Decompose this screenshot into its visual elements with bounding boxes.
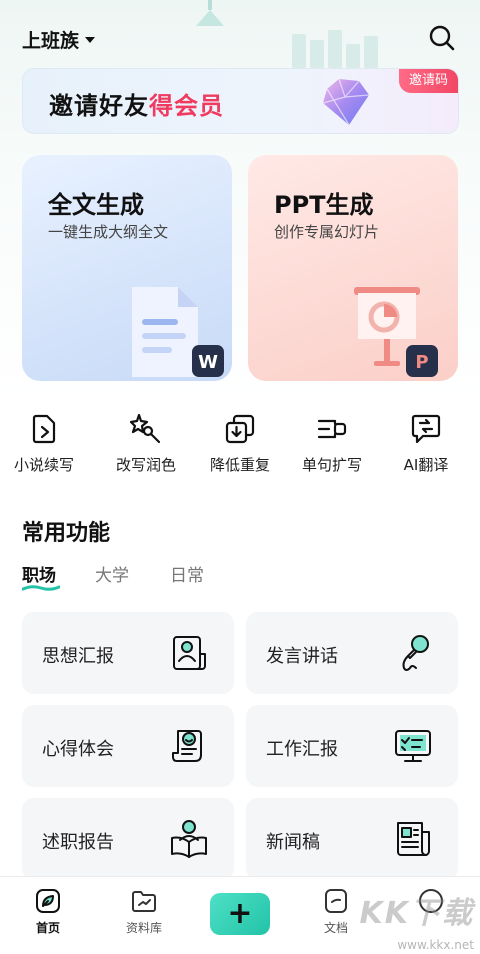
tab-workplace[interactable]: 职场 <box>22 561 56 586</box>
nav-documents[interactable]: 文档 <box>301 887 371 936</box>
feature-ideology-report[interactable]: 思想汇报 <box>22 612 234 694</box>
invite-text-highlight: 得会员 <box>149 92 224 120</box>
card-subtitle: 一键生成大纲全文 <box>48 223 169 241</box>
tool-rewrite-polish[interactable]: 改写润色 <box>100 406 192 475</box>
sentence-expand-icon <box>317 419 347 439</box>
ppt-badge: P <box>415 352 428 373</box>
full-text-generate-card[interactable]: 全文生成 一键生成大纲全文 W <box>22 155 232 381</box>
card-title: 全文生成 <box>48 191 144 219</box>
invite-banner-text: 邀请好友得会员 <box>49 86 224 121</box>
tab-university[interactable]: 大学 <box>95 561 129 586</box>
reduce-duplicate-icon <box>225 414 255 444</box>
feature-label: 工作汇报 <box>266 739 338 760</box>
document-icon <box>325 889 347 913</box>
folder-icon <box>132 891 156 912</box>
microphone-icon <box>402 635 429 671</box>
feature-speech[interactable]: 发言讲话 <box>246 612 458 694</box>
nav-library[interactable]: 资料库 <box>109 887 179 936</box>
tool-novel-continue[interactable]: 小说续写 <box>0 406 90 475</box>
smile-doc-icon <box>172 730 202 762</box>
novel-continue-icon <box>32 414 56 444</box>
quick-tools-row: 小说续写 改写润色 降低重复 单句扩写 AI翻译 <box>0 406 480 486</box>
newspaper-icon <box>397 822 430 856</box>
diamond-gem-icon <box>322 78 370 126</box>
search-icon[interactable] <box>428 24 456 52</box>
header: 上班族 <box>0 20 480 56</box>
word-badge: W <box>198 352 218 373</box>
report-person-icon <box>173 636 206 670</box>
bottom-navigation: 首页 资料库 + 文档 <box>0 876 480 954</box>
feature-job-report[interactable]: 述职报告 <box>22 798 234 880</box>
nav-label: 首页 <box>35 921 60 935</box>
tool-label: 单句扩写 <box>301 456 362 474</box>
tool-label: 降低重复 <box>209 456 270 474</box>
identity-selector[interactable]: 上班族 <box>22 26 96 53</box>
invite-code-tag[interactable]: 邀请码 <box>398 69 458 93</box>
ppt-presentation-icon: P <box>354 287 438 377</box>
tool-reduce-duplicate[interactable]: 降低重复 <box>194 406 286 475</box>
nav-home[interactable]: 首页 <box>13 887 83 936</box>
invite-text-main: 邀请好友 <box>49 92 149 120</box>
feature-label: 心得体会 <box>42 739 114 760</box>
add-button[interactable]: + <box>210 893 270 935</box>
feature-label: 述职报告 <box>42 832 114 853</box>
feature-label: 发言讲话 <box>266 646 338 667</box>
tool-ai-translate[interactable]: AI翻译 <box>380 406 472 475</box>
feature-label: 思想汇报 <box>42 646 114 667</box>
feature-experience[interactable]: 心得体会 <box>22 705 234 787</box>
caret-down-icon <box>85 36 96 43</box>
tab-active-indicator <box>22 585 60 591</box>
feature-press-release[interactable]: 新闻稿 <box>246 798 458 880</box>
tab-daily[interactable]: 日常 <box>170 561 204 586</box>
nav-label: 文档 <box>323 921 348 935</box>
card-title: PPT生成 <box>274 191 374 219</box>
ppt-generate-card[interactable]: PPT生成 创作专属幻灯片 P <box>248 155 458 381</box>
feature-label: 新闻稿 <box>266 832 320 853</box>
tool-label: 改写润色 <box>115 456 176 474</box>
common-functions-title: 常用功能 <box>22 521 111 546</box>
monitor-check-icon <box>395 730 431 762</box>
reader-book-icon <box>171 820 207 858</box>
invite-banner[interactable]: 邀请好友得会员 邀请码 <box>22 68 459 134</box>
rewrite-polish-icon <box>129 413 161 444</box>
tool-sentence-expand[interactable]: 单句扩写 <box>286 406 378 475</box>
profile-icon <box>419 889 443 913</box>
ai-translate-icon <box>411 414 441 444</box>
tool-label: AI翻译 <box>403 456 449 474</box>
nav-profile[interactable] <box>396 887 466 919</box>
word-document-icon: W <box>132 287 224 377</box>
nav-label: 资料库 <box>125 921 162 935</box>
identity-label: 上班族 <box>22 30 80 52</box>
card-subtitle: 创作专属幻灯片 <box>274 223 380 241</box>
tool-label: 小说续写 <box>13 456 74 474</box>
home-leaf-icon <box>36 889 60 913</box>
feature-work-report[interactable]: 工作汇报 <box>246 705 458 787</box>
